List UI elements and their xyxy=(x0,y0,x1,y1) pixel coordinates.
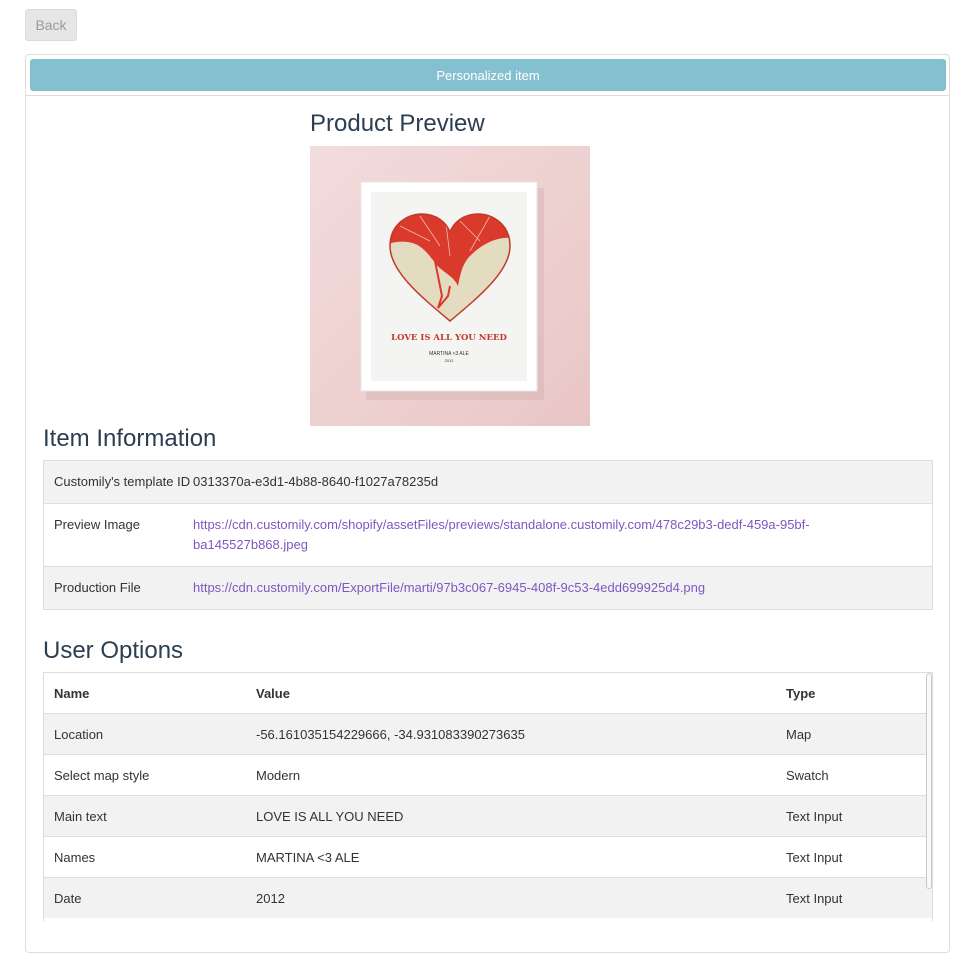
table-row: Select map style Modern Swatch xyxy=(44,754,932,795)
info-value: 0313370a-e3d1-4b88-8640-f1027a78235d xyxy=(193,474,439,489)
option-type: Text Input xyxy=(786,849,843,865)
option-name: Location xyxy=(54,726,104,742)
option-type: Map xyxy=(786,726,812,742)
table-row: Customily's template ID 0313370a-e3d1-4b… xyxy=(44,461,932,503)
info-value-cell: https://cdn.customily.com/shopify/assetF… xyxy=(193,504,932,566)
column-header-value: Value xyxy=(256,685,290,701)
option-value: LOVE IS ALL YOU NEED xyxy=(256,808,404,824)
item-information-title: Item Information xyxy=(43,425,217,452)
poster-names-text: MARTINA <3 ALE xyxy=(429,351,469,357)
poster-date-text: 2012 xyxy=(445,358,455,363)
option-value: MARTINA <3 ALE xyxy=(256,849,360,865)
personalized-item-panel: Personalized item Product Preview LOVE I… xyxy=(25,54,950,953)
option-value: Modern xyxy=(256,767,301,783)
preview-image-link[interactable]: https://cdn.customily.com/shopify/assetF… xyxy=(193,517,810,552)
table-row: Preview Image https://cdn.customily.com/… xyxy=(44,503,932,566)
panel-divider xyxy=(26,95,949,96)
panel-heading: Personalized item xyxy=(30,59,946,91)
option-type: Text Input xyxy=(786,808,843,824)
option-value: -56.161035154229666, -34.931083390273635 xyxy=(256,726,525,742)
production-file-link[interactable]: https://cdn.customily.com/ExportFile/mar… xyxy=(193,580,705,595)
table-row: Names MARTINA <3 ALE Text Input xyxy=(44,836,932,877)
table-row: Location -56.161035154229666, -34.931083… xyxy=(44,713,932,754)
user-options-table: Name Value Type Location -56.16103515422… xyxy=(43,672,933,921)
option-name: Date xyxy=(54,890,82,906)
item-information-table: Customily's template ID 0313370a-e3d1-4b… xyxy=(43,460,933,610)
poster-main-text: LOVE IS ALL YOU NEED xyxy=(391,333,507,343)
info-value-cell: https://cdn.customily.com/ExportFile/mar… xyxy=(193,567,932,609)
info-key: Preview Image xyxy=(54,517,140,532)
option-name: Main text xyxy=(54,808,107,824)
column-header-name: Name xyxy=(54,685,90,701)
option-value: 2012 xyxy=(256,890,285,906)
option-name: Select map style xyxy=(54,767,150,783)
option-name: Names xyxy=(54,849,96,865)
option-type: Text Input xyxy=(786,890,843,906)
info-key: Production File xyxy=(54,580,141,595)
column-header-type: Type xyxy=(786,685,816,701)
user-options-title: User Options xyxy=(43,637,184,664)
table-header-row: Name Value Type xyxy=(44,673,932,713)
product-preview-image: LOVE IS ALL YOU NEED MARTINA <3 ALE 2012 xyxy=(310,146,590,426)
option-type: Swatch xyxy=(786,767,829,783)
table-row: Date 2012 Text Input xyxy=(44,877,932,918)
table-row: Main text LOVE IS ALL YOU NEED Text Inpu… xyxy=(44,795,932,836)
info-key: Customily's template ID xyxy=(54,474,191,489)
product-preview-title: Product Preview xyxy=(310,110,485,137)
table-row: Production File https://cdn.customily.co… xyxy=(44,566,932,609)
back-button[interactable]: Back xyxy=(25,9,77,41)
table-scrollbar[interactable] xyxy=(926,673,932,889)
